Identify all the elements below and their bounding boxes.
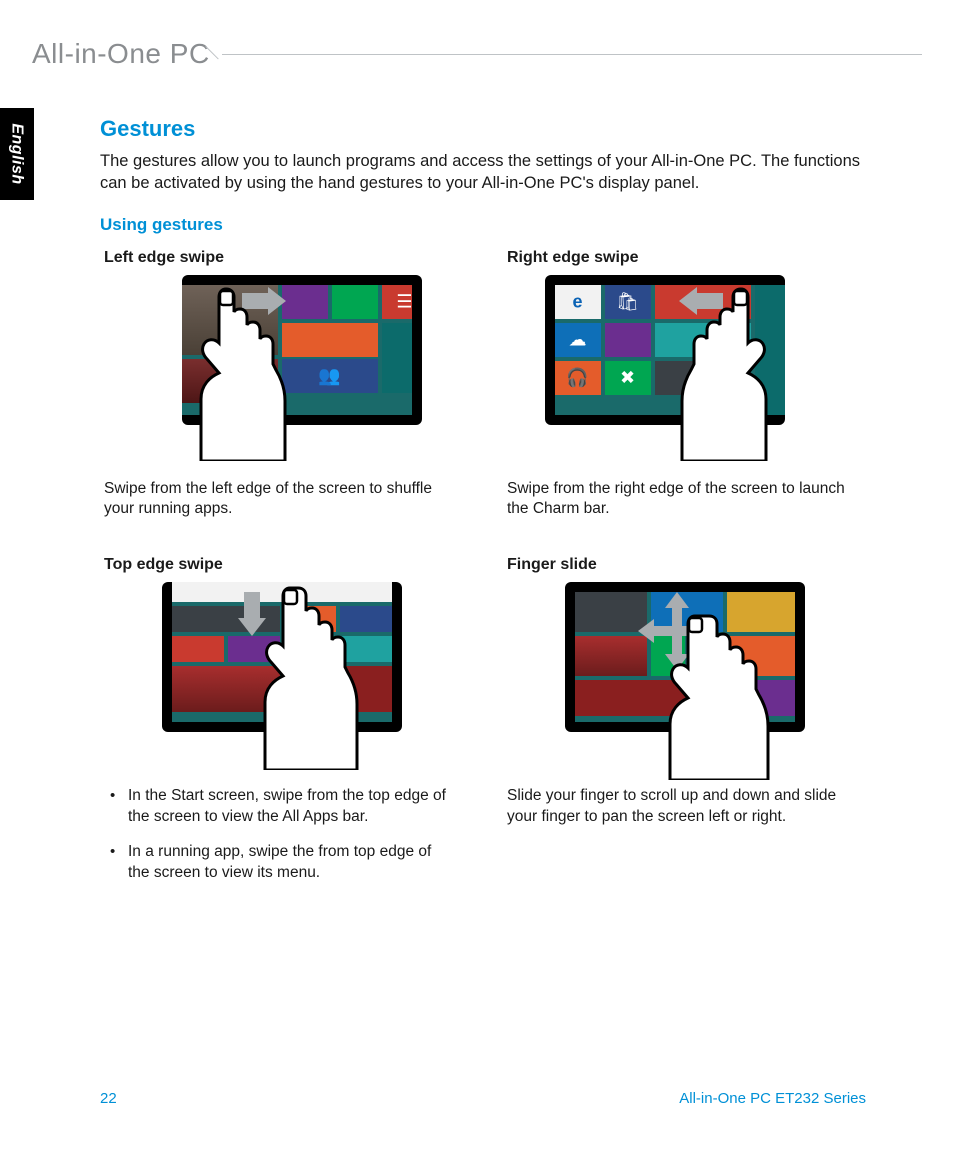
page-number: 22 [100,1090,117,1107]
gesture-top-edge: Top edge swipe [100,556,463,898]
gesture-title: Finger slide [503,556,866,574]
gesture-title: Top edge swipe [100,556,463,574]
gesture-figure: e 🛍 ☁ 🎧 ✖ [545,275,825,461]
gesture-bullet: In a running app, swipe the from top edg… [108,842,453,884]
gesture-left-edge: Left edge swipe ☰ 👥 [100,249,463,521]
gesture-title: Right edge swipe [503,249,866,267]
subsection-title: Using gestures [100,215,866,235]
tile-store-icon: 🛍 [616,291,639,312]
gesture-right-edge: Right edge swipe e 🛍 ☁ 🎧 ✖ [503,249,866,521]
swipe-down-arrow-icon [238,592,266,636]
gesture-description: Slide your finger to scroll up and down … [503,786,866,828]
gesture-bullet: In the Start screen, swipe from the top … [108,786,453,828]
tile-music-icon: 🎧 [566,367,588,388]
gesture-figure [142,582,422,768]
swipe-right-arrow-icon [242,287,286,315]
gesture-finger-slide: Finger slide [503,556,866,898]
main-content: Gestures The gestures allow you to launc… [100,116,866,898]
swipe-left-arrow-icon [679,287,723,315]
gesture-figure: ☰ 👥 [142,275,422,461]
language-tab: English [0,108,34,200]
page-header: All-in-One PC [32,38,922,70]
gesture-figure [545,582,825,768]
gesture-description: Swipe from the left edge of the screen t… [100,479,463,521]
tile-xbox-icon: ✖ [620,367,635,388]
header-rule [222,54,922,55]
gesture-grid: Left edge swipe ☰ 👥 [100,249,866,899]
tile-people-icon: 👥 [318,365,340,386]
series-label: All-in-One PC ET232 Series [679,1090,866,1107]
language-label: English [8,123,26,184]
slide-arrows-icon [635,592,719,676]
tile-cloud-icon: ☁ [569,329,587,350]
gesture-description: Swipe from the right edge of the screen … [503,479,866,521]
section-intro: The gestures allow you to launch program… [100,150,866,195]
page-footer: 22 All-in-One PC ET232 Series [100,1090,866,1107]
section-title: Gestures [100,116,866,142]
gesture-description: In the Start screen, swipe from the top … [100,786,463,898]
product-title: All-in-One PC [32,38,218,70]
tile-app-icon: ☰ [396,291,411,312]
tile-ie-icon: e [572,291,582,312]
gesture-title: Left edge swipe [100,249,463,267]
